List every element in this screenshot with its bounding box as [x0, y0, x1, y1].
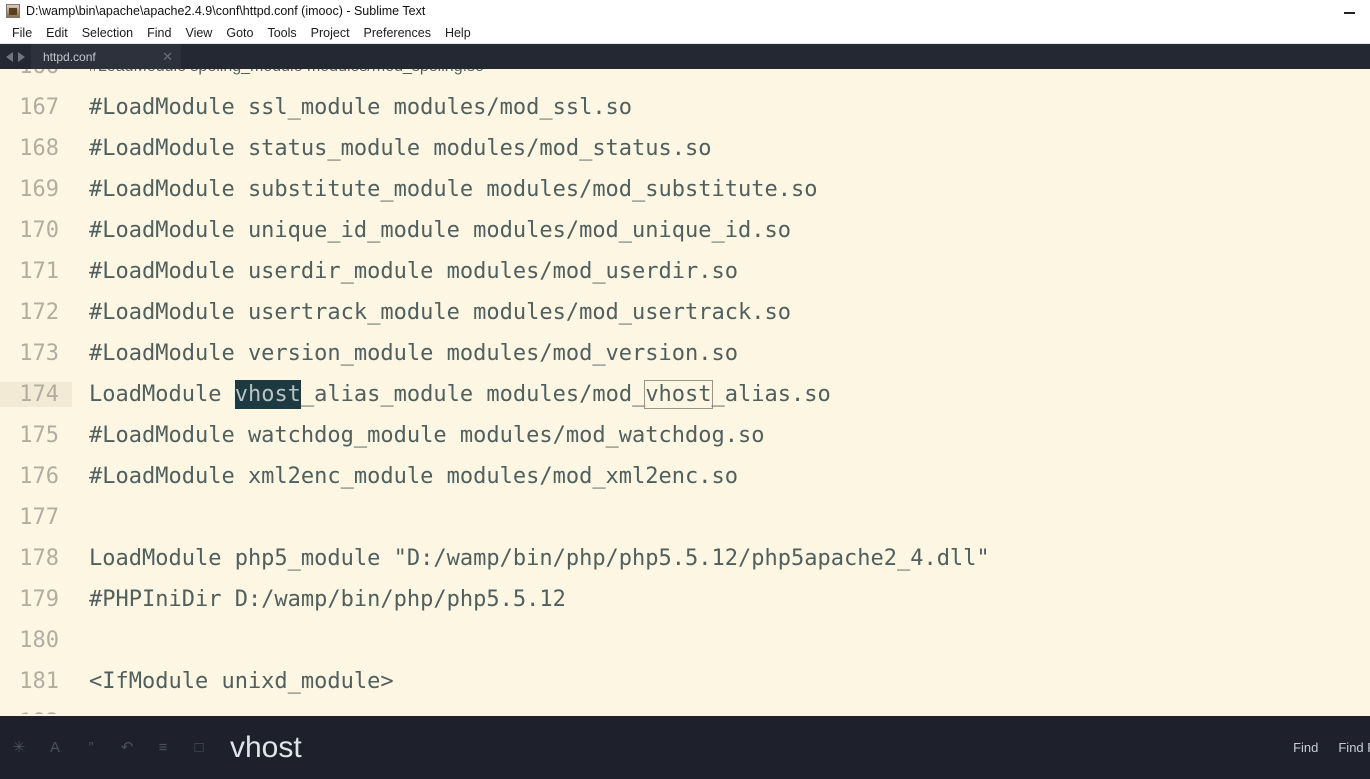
highlight-results-icon[interactable]: □	[190, 739, 208, 757]
code-line[interactable]: 180	[0, 620, 1370, 661]
line-number: 170	[19, 218, 59, 243]
tab-label: httpd.conf	[43, 49, 96, 64]
line-number: 179	[19, 587, 59, 612]
find-match-highlight[interactable]: vhost	[644, 380, 713, 409]
code-lines-before-active: 167 #LoadModule ssl_module modules/mod_ss…	[0, 87, 1370, 374]
code-line[interactable]: 172 #LoadModule usertrack_module modules/…	[0, 292, 1370, 333]
menu-item-file[interactable]: File	[5, 25, 39, 41]
code-line[interactable]: 178 LoadModule php5_module "D:/wamp/bin/p…	[0, 538, 1370, 579]
menu-item-preferences[interactable]: Preferences	[357, 25, 438, 41]
sublime-text-icon	[6, 4, 20, 18]
menu-item-project[interactable]: Project	[304, 25, 357, 41]
line-number: 177	[19, 505, 59, 530]
line-content: #LoadModule unique_id_module modules/mod…	[89, 218, 791, 243]
line-number: 176	[19, 464, 59, 489]
line-content: #LoadModule ssl_module modules/mod_ssl.s…	[89, 95, 633, 120]
line-content: #LoadModule xml2enc_module modules/mod_x…	[89, 464, 739, 489]
case-sensitive-icon[interactable]: A	[46, 739, 64, 757]
line-number: 173	[19, 341, 59, 366]
title-bar: D:\wamp\bin\apache\apache2.4.9\conf\http…	[0, 0, 1370, 22]
in-selection-icon[interactable]: ≡	[154, 739, 172, 757]
find-bar: ✳ A ” ↶ ≡ □ Find Find Prev	[0, 716, 1370, 779]
wrap-icon[interactable]: ↶	[118, 739, 136, 757]
line-content: #LoadModule usertrack_module modules/mod…	[89, 300, 791, 325]
menu-item-tools[interactable]: Tools	[260, 25, 303, 41]
code-lines-after-active: 175 #LoadModule watchdog_module modules/m…	[0, 415, 1370, 702]
line-content: #	[72, 714, 98, 715]
code-line[interactable]: 176 #LoadModule xml2enc_module modules/mo…	[0, 456, 1370, 497]
menu-bar: File Edit Selection Find View Goto Tools Projec…	[0, 22, 1370, 44]
code-line[interactable]: 170 #LoadModule unique_id_module modules/…	[0, 210, 1370, 251]
find-prev-button[interactable]: Find Prev	[1328, 736, 1370, 759]
selected-text[interactable]: vhost	[234, 380, 301, 409]
code-line[interactable]: 171 #LoadModule userdir_module modules/mo…	[0, 251, 1370, 292]
line-number: 171	[19, 259, 59, 284]
line-prefix: LoadModule	[89, 382, 235, 407]
code-line[interactable]: 175 #LoadModule watchdog_module modules/m…	[0, 415, 1370, 456]
close-icon[interactable]: ✕	[162, 50, 173, 63]
find-button[interactable]: Find	[1283, 736, 1328, 759]
code-line[interactable]: 181 <IfModule unixd_module>	[0, 661, 1370, 702]
tab-prev-arrow-icon[interactable]	[6, 51, 13, 62]
menu-item-help[interactable]: Help	[438, 25, 478, 41]
regex-icon[interactable]: ✳	[10, 739, 28, 757]
menu-item-edit[interactable]: Edit	[39, 25, 75, 41]
line-number: 178	[19, 546, 59, 571]
line-number: 180	[19, 628, 59, 653]
line-number: 168	[19, 136, 59, 161]
code-editor[interactable]: 166 #LoadModule speling_module modules/m…	[0, 69, 1370, 716]
tab-navigation	[0, 44, 31, 69]
tab-bar: httpd.conf ✕	[0, 44, 1370, 69]
code-line-partial-bottom: 182 #	[0, 702, 1370, 714]
line-content: #LoadModule speling_module modules/mod_s…	[72, 69, 484, 76]
line-content-active: LoadModule vhost_alias_module modules/mo…	[72, 380, 831, 409]
code-line[interactable]: 173 #LoadModule version_module modules/mo…	[0, 333, 1370, 374]
menu-item-goto[interactable]: Goto	[219, 25, 260, 41]
find-option-toggles: ✳ A ” ↶ ≡ □	[0, 739, 220, 757]
line-content: #LoadModule userdir_module modules/mod_u…	[89, 259, 739, 284]
line-number: 172	[19, 300, 59, 325]
tab-next-arrow-icon[interactable]	[18, 51, 25, 62]
minimize-icon	[1343, 12, 1355, 14]
line-number: 167	[19, 95, 59, 120]
code-line[interactable]: 168 #LoadModule status_module modules/mod…	[0, 128, 1370, 169]
line-content: #LoadModule version_module modules/mod_v…	[89, 341, 739, 366]
code-line[interactable]: 177	[0, 497, 1370, 538]
line-content: <IfModule unixd_module>	[89, 669, 394, 694]
menu-item-find[interactable]: Find	[140, 25, 178, 41]
search-input[interactable]	[220, 729, 1284, 766]
line-content: #PHPIniDir D:/wamp/bin/php/php5.5.12	[89, 587, 566, 612]
code-line-active[interactable]: 174 LoadModule vhost_alias_module module…	[0, 374, 1370, 415]
window-title: D:\wamp\bin\apache\apache2.4.9\conf\http…	[26, 4, 426, 18]
tab-httpd-conf[interactable]: httpd.conf ✕	[31, 44, 181, 69]
line-suffix: _alias.so	[711, 382, 831, 407]
line-content: #LoadModule status_module modules/mod_st…	[89, 136, 712, 161]
code-line-partial-top: 166 #LoadModule speling_module modules/m…	[0, 69, 1370, 87]
line-middle: _alias_module modules/mod_	[300, 382, 646, 407]
whole-word-icon[interactable]: ”	[82, 739, 100, 757]
code-line[interactable]: 169 #LoadModule substitute_module modules…	[0, 169, 1370, 210]
minimize-button[interactable]	[1334, 0, 1364, 22]
line-content: LoadModule php5_module "D:/wamp/bin/php/…	[89, 546, 990, 571]
line-number: 169	[19, 177, 59, 202]
line-number: 181	[19, 669, 59, 694]
line-content: #LoadModule watchdog_module modules/mod_…	[89, 423, 765, 448]
line-number: 166	[0, 69, 72, 79]
code-line[interactable]: 179 #PHPIniDir D:/wamp/bin/php/php5.5.12	[0, 579, 1370, 620]
menu-item-selection[interactable]: Selection	[75, 25, 140, 41]
line-number: 182	[0, 710, 72, 714]
line-content: #LoadModule substitute_module modules/mo…	[89, 177, 818, 202]
line-number-active: 174	[0, 382, 72, 407]
line-number: 175	[19, 423, 59, 448]
code-line[interactable]: 167 #LoadModule ssl_module modules/mod_ss…	[0, 87, 1370, 128]
menu-item-view[interactable]: View	[178, 25, 219, 41]
